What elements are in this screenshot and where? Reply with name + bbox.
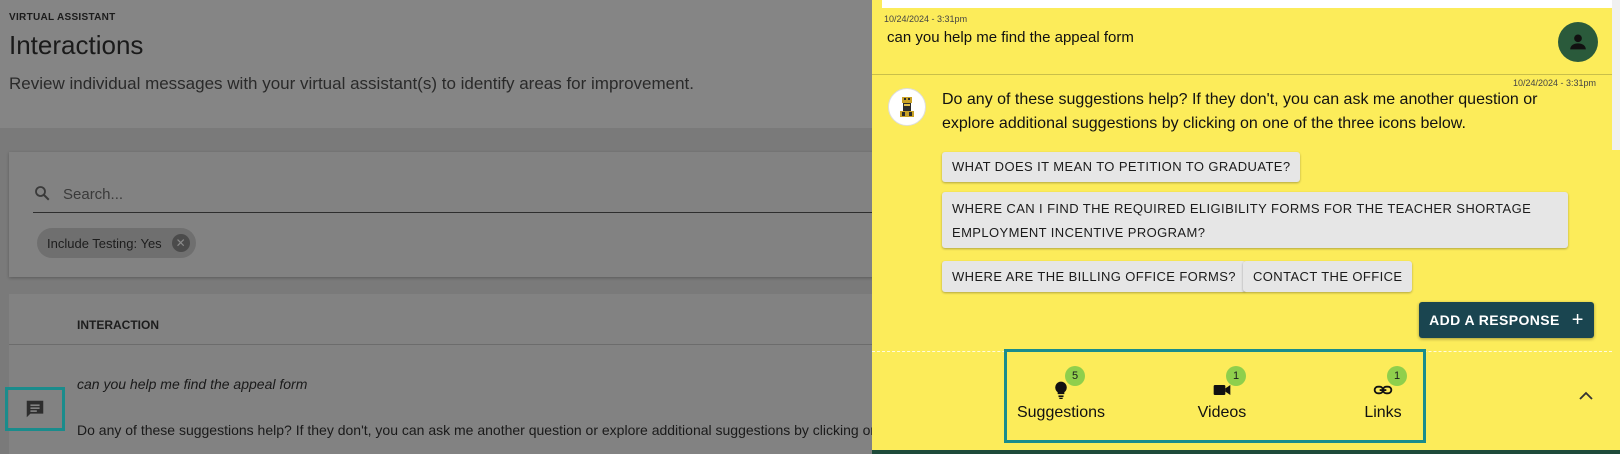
resource-label: Videos — [1197, 404, 1247, 421]
links-count-badge: 1 — [1387, 366, 1407, 386]
assistant-message: Do any of these suggestions help? If the… — [942, 91, 1538, 132]
search-icon — [35, 186, 50, 201]
resource-tab-videos[interactable]: 1 Videos — [1162, 352, 1282, 440]
assistant-avatar — [888, 88, 926, 126]
suggestion-button[interactable]: CONTACT THE OFFICE — [1243, 261, 1413, 292]
page-title: Interactions — [9, 30, 144, 60]
header-divider — [9, 344, 889, 345]
search-input[interactable] — [63, 182, 883, 206]
page-header: VIRTUAL ASSISTANT Interactions Review in… — [0, 0, 872, 128]
suggestions-count-badge: 5 — [1065, 366, 1085, 386]
filter-card: Include Testing: Yes ✕ — [9, 152, 889, 277]
conversation-panel: 10/24/2024 - 3:31pm can you help me find… — [872, 0, 1620, 454]
resource-tab-links[interactable]: 1 Links — [1323, 352, 1443, 440]
interaction-row-message: Do any of these suggestions help? If the… — [77, 422, 879, 438]
panel-footer-bar — [872, 450, 1620, 454]
mascot-logo-icon — [900, 97, 914, 117]
message-icon-button[interactable] — [5, 387, 65, 431]
close-icon[interactable]: ✕ — [171, 234, 190, 252]
add-response-button[interactable]: ADD A RESPONSE + — [1419, 302, 1594, 338]
user-avatar — [1558, 22, 1598, 62]
panel-scrollbar[interactable] — [1612, 0, 1620, 150]
interaction-row-title[interactable]: can you help me find the appeal form — [77, 376, 307, 392]
filter-chip-label: Include Testing: Yes — [47, 235, 162, 251]
plus-icon: + — [1571, 308, 1584, 331]
suggestion-button[interactable]: WHERE ARE THE BILLING OFFICE FORMS? — [942, 261, 1246, 292]
person-icon — [1570, 34, 1586, 50]
panel-top-strip — [882, 0, 1612, 8]
search-underline — [33, 212, 889, 213]
page-overline: VIRTUAL ASSISTANT — [9, 12, 116, 23]
resource-label: Suggestions — [1016, 404, 1106, 421]
user-message: can you help me find the appeal form — [887, 29, 1134, 46]
page-subtitle: Review individual messages with your vir… — [9, 74, 694, 93]
videos-count-badge: 1 — [1226, 366, 1246, 386]
interactions-table: INTERACTION can you help me find the app… — [9, 294, 889, 454]
message-divider — [872, 74, 1612, 75]
chat-icon — [26, 400, 44, 418]
resource-tab-suggestions[interactable]: 5 Suggestions — [1001, 352, 1121, 440]
chevron-up-icon[interactable] — [1574, 384, 1598, 408]
resources-bar: 5 Suggestions 1 Videos 1 Links — [1004, 349, 1426, 443]
resource-label: Links — [1364, 404, 1402, 421]
suggestion-button[interactable]: WHERE CAN I FIND THE REQUIRED ELIGIBILIT… — [942, 192, 1568, 248]
filter-chip-include-testing[interactable]: Include Testing: Yes ✕ — [37, 228, 196, 258]
suggestion-button[interactable]: WHAT DOES IT MEAN TO PETITION TO GRADUAT… — [942, 152, 1301, 182]
column-header-interaction: INTERACTION — [77, 318, 159, 332]
bot-message-timestamp: 10/24/2024 - 3:31pm — [1512, 78, 1596, 88]
add-response-label: ADD A RESPONSE — [1429, 312, 1560, 328]
user-message-timestamp: 10/24/2024 - 3:31pm — [884, 14, 968, 24]
